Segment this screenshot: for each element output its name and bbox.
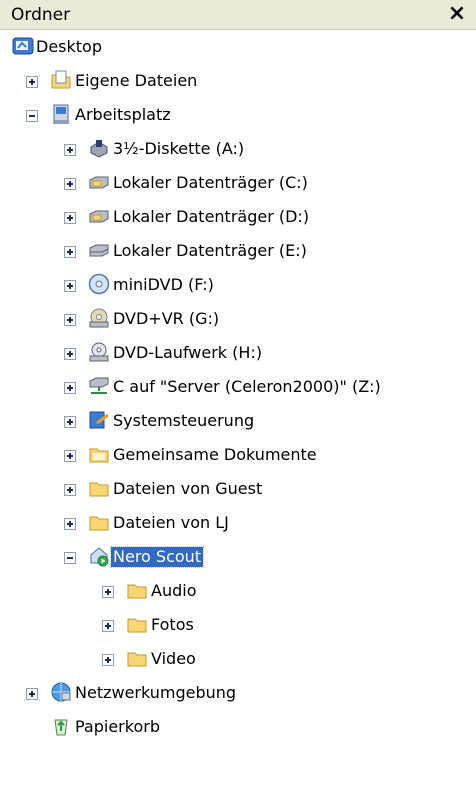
tree-item-systemsteuerung[interactable]: Systemsteuerung — [0, 404, 476, 438]
hard-drive-icon — [89, 176, 109, 189]
recycle-bin-icon — [54, 719, 68, 736]
tree-label-papierkorb[interactable]: Papierkorb — [73, 717, 162, 737]
dvd-drive-icon — [89, 342, 109, 362]
documents-folder-icon — [51, 70, 71, 89]
expand-icon[interactable] — [102, 586, 114, 598]
tree-label-gemeinsame-dokumente[interactable]: Gemeinsame Dokumente — [111, 445, 319, 465]
tree-label-minidvd[interactable]: miniDVD (F:) — [111, 275, 216, 295]
expand-icon[interactable] — [64, 416, 76, 428]
pane-title: Ordner — [11, 5, 71, 25]
tree-item-gemeinsame-dokumente[interactable]: Gemeinsame Dokumente — [0, 438, 476, 472]
tree-item-minidvd[interactable]: miniDVD (F:) — [0, 268, 476, 302]
folder-icon — [89, 516, 109, 531]
expand-icon[interactable] — [102, 620, 114, 632]
expand-icon[interactable] — [26, 76, 38, 88]
folder-icon — [127, 618, 147, 633]
tree-label-dvd-laufwerk[interactable]: DVD-Laufwerk (H:) — [111, 343, 264, 363]
expand-icon[interactable] — [64, 144, 76, 156]
tree-label-nero-scout[interactable]: Nero Scout — [109, 546, 205, 568]
folder-icon — [89, 482, 109, 497]
tree-label-netzwerkumgebung[interactable]: Netzwerkumgebung — [73, 683, 238, 703]
expand-icon[interactable] — [64, 178, 76, 190]
shared-folder-icon — [89, 448, 109, 463]
tree-item-papierkorb[interactable]: Papierkorb — [0, 710, 476, 744]
tree-item-dvd-laufwerk[interactable]: DVD-Laufwerk (H:) — [0, 336, 476, 370]
tree-item-eigene-dateien[interactable]: Eigene Dateien — [0, 64, 476, 98]
tree-item-drive-d[interactable]: Lokaler Datenträger (D:) — [0, 200, 476, 234]
tree-label-desktop[interactable]: Desktop — [34, 37, 104, 57]
collapse-icon[interactable] — [64, 552, 76, 564]
tree-label-dateien-guest[interactable]: Dateien von Guest — [111, 479, 264, 499]
tree-label-dateien-lj[interactable]: Dateien von LJ — [111, 513, 231, 533]
tree-label-drive-c[interactable]: Lokaler Datenträger (C:) — [111, 173, 310, 193]
tree-label-diskette[interactable]: 3½-Diskette (A:) — [111, 139, 246, 159]
network-icon — [51, 682, 71, 702]
tree-item-drive-e[interactable]: Lokaler Datenträger (E:) — [0, 234, 476, 268]
tree-label-drive-d[interactable]: Lokaler Datenträger (D:) — [111, 207, 311, 227]
tree-label-audio[interactable]: Audio — [149, 581, 198, 601]
expand-icon[interactable] — [64, 382, 76, 394]
tree-item-dateien-guest[interactable]: Dateien von Guest — [0, 472, 476, 506]
tree-item-drive-c[interactable]: Lokaler Datenträger (C:) — [0, 166, 476, 200]
folder-pane-header: Ordner × — [0, 0, 476, 30]
tree-item-video[interactable]: Video — [0, 642, 476, 676]
tree-item-netzwerkumgebung[interactable]: Netzwerkumgebung — [0, 676, 476, 710]
floppy-drive-icon — [90, 140, 108, 158]
tree-item-nero-scout[interactable]: Nero Scout — [0, 540, 476, 574]
tree-item-diskette[interactable]: 3½-Diskette (A:) — [0, 132, 476, 166]
network-drive-icon — [89, 377, 109, 394]
expand-icon[interactable] — [64, 280, 76, 292]
close-button[interactable]: × — [446, 3, 468, 25]
expand-icon[interactable] — [64, 484, 76, 496]
tree-label-drive-e[interactable]: Lokaler Datenträger (E:) — [111, 241, 309, 261]
expand-icon[interactable] — [64, 518, 76, 530]
tree-label-systemsteuerung[interactable]: Systemsteuerung — [111, 411, 256, 431]
tree-item-arbeitsplatz[interactable]: Arbeitsplatz — [0, 98, 476, 132]
expand-icon[interactable] — [64, 450, 76, 462]
tree-label-fotos[interactable]: Fotos — [149, 615, 196, 635]
tree-label-eigene-dateien[interactable]: Eigene Dateien — [73, 71, 199, 91]
hard-drive-icon — [89, 244, 109, 257]
expand-icon[interactable] — [64, 212, 76, 224]
folder-icon — [127, 652, 147, 667]
tree-item-network-drive[interactable]: C auf "Server (Celeron2000)" (Z:) — [0, 370, 476, 404]
computer-icon — [53, 104, 69, 124]
expand-icon[interactable] — [26, 688, 38, 700]
tree-item-desktop[interactable]: Desktop — [0, 30, 476, 64]
tree-label-network-drive[interactable]: C auf "Server (Celeron2000)" (Z:) — [111, 377, 383, 397]
disc-icon — [88, 273, 110, 295]
expand-icon[interactable] — [102, 654, 114, 666]
tree-item-dateien-lj[interactable]: Dateien von LJ — [0, 506, 476, 540]
collapse-icon[interactable] — [26, 110, 38, 122]
folder-icon — [127, 584, 147, 599]
tree-item-fotos[interactable]: Fotos — [0, 608, 476, 642]
expand-icon[interactable] — [64, 246, 76, 258]
tree-label-video[interactable]: Video — [149, 649, 198, 669]
tree-item-dvdvr[interactable]: DVD+VR (G:) — [0, 302, 476, 336]
dvd-drive-icon — [89, 308, 109, 328]
hard-drive-icon — [89, 210, 109, 223]
expand-icon[interactable] — [64, 348, 76, 360]
nero-scout-icon — [90, 547, 109, 567]
tree-label-dvdvr[interactable]: DVD+VR (G:) — [111, 309, 221, 329]
tree-item-audio[interactable]: Audio — [0, 574, 476, 608]
tree-label-arbeitsplatz[interactable]: Arbeitsplatz — [73, 105, 173, 125]
expand-icon[interactable] — [64, 314, 76, 326]
desktop-icon — [12, 37, 34, 55]
folder-tree: Desktop Eigene Dateien Arbeitsplatz 3½-D… — [0, 30, 476, 744]
control-panel-icon — [89, 411, 109, 429]
